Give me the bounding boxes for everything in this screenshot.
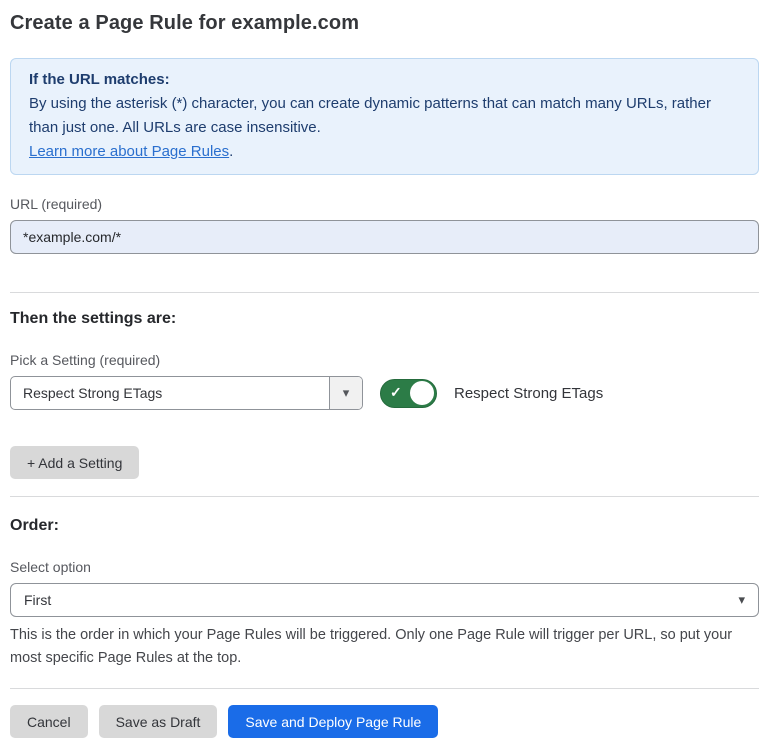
- order-section-heading: Order:: [10, 517, 759, 535]
- actions-row: Cancel Save as Draft Save and Deploy Pag…: [10, 705, 759, 738]
- divider: [10, 292, 759, 293]
- order-select[interactable]: First ▾: [10, 583, 759, 617]
- save-deploy-button[interactable]: Save and Deploy Page Rule: [228, 705, 438, 738]
- info-box-heading: If the URL matches:: [29, 68, 740, 92]
- url-input[interactable]: [10, 220, 759, 254]
- page-title: Create a Page Rule for example.com: [10, 12, 759, 35]
- select-caret-icon: ▾: [738, 592, 745, 608]
- save-draft-button[interactable]: Save as Draft: [99, 705, 218, 738]
- divider: [10, 496, 759, 497]
- pick-setting-label: Pick a Setting (required): [10, 352, 759, 368]
- toggle-knob: [410, 381, 434, 405]
- link-suffix: .: [229, 143, 233, 160]
- setting-toggle-label: Respect Strong ETags: [454, 385, 603, 402]
- settings-section-heading: Then the settings are:: [10, 310, 759, 328]
- learn-more-link[interactable]: Learn more about Page Rules: [29, 143, 229, 160]
- order-select-value: First: [24, 592, 51, 608]
- info-box-link-line: Learn more about Page Rules.: [29, 140, 740, 164]
- info-box-body: By using the asterisk (*) character, you…: [29, 92, 740, 140]
- cancel-button[interactable]: Cancel: [10, 705, 88, 738]
- setting-dropdown[interactable]: Respect Strong ETags ▾: [10, 376, 363, 410]
- setting-dropdown-value: Respect Strong ETags: [11, 377, 329, 409]
- checkmark-icon: ✓: [390, 384, 402, 401]
- order-select-label: Select option: [10, 559, 759, 575]
- order-help-text: This is the order in which your Page Rul…: [10, 624, 755, 670]
- setting-toggle[interactable]: ✓: [380, 379, 437, 408]
- url-field-label: URL (required): [10, 196, 759, 212]
- divider: [10, 688, 759, 689]
- url-matches-info-box: If the URL matches: By using the asteris…: [10, 58, 759, 175]
- add-setting-button[interactable]: + Add a Setting: [10, 446, 139, 479]
- dropdown-caret-icon[interactable]: ▾: [329, 377, 362, 409]
- setting-row: Respect Strong ETags ▾ ✓ Respect Strong …: [10, 376, 759, 410]
